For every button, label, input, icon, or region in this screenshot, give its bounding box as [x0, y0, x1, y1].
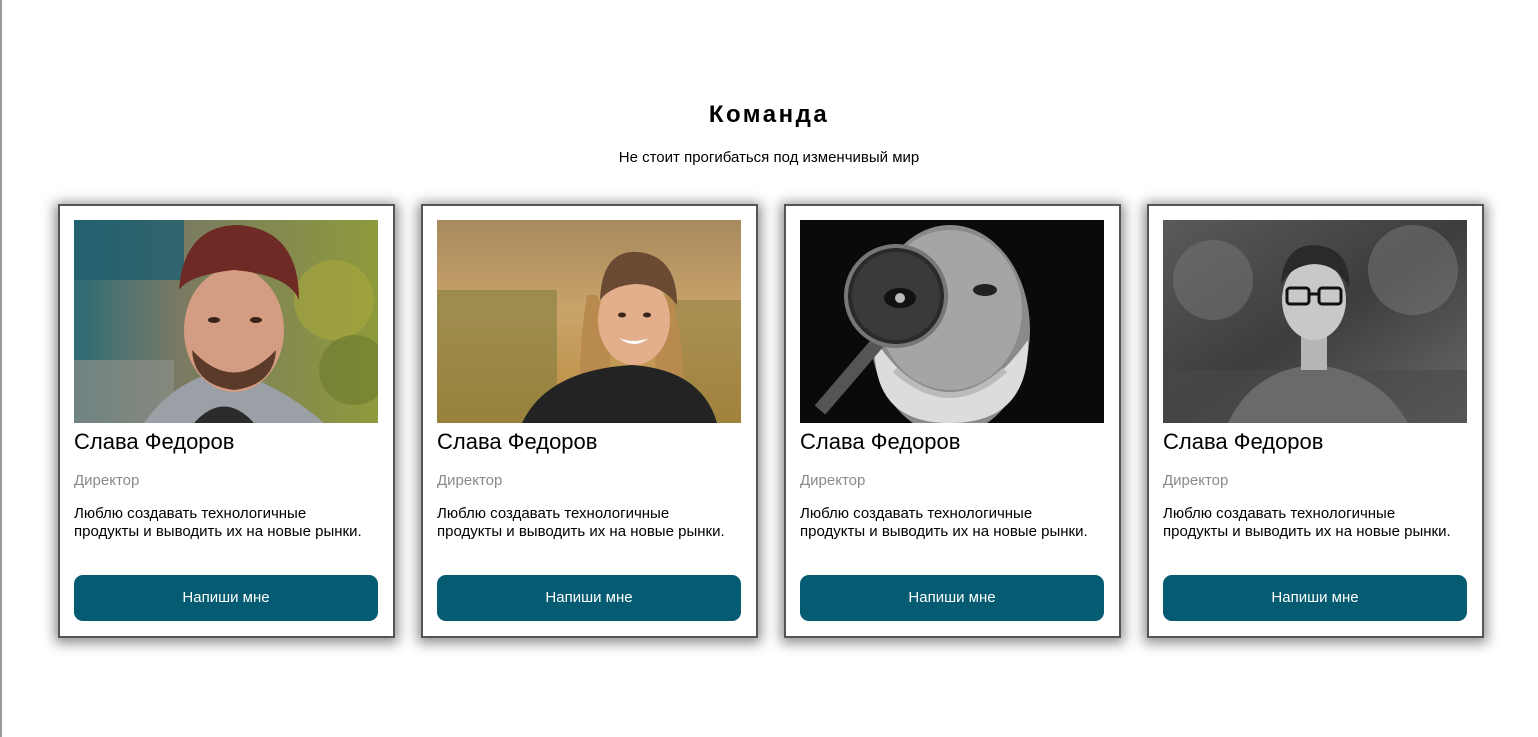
woman-in-beanie-photo: [437, 220, 741, 423]
team-card: Слава Федоров Директор Люблю создавать т…: [784, 204, 1121, 638]
member-bio: Люблю создавать технологичные продукты и…: [1163, 505, 1451, 540]
member-name: Слава Федоров: [437, 429, 598, 454]
contact-button[interactable]: Напиши мне: [74, 575, 378, 621]
member-bio: Люблю создавать технологичные продукты и…: [74, 505, 362, 540]
section-subtitle: Не стоит прогибаться под изменчивый мир: [618, 149, 920, 166]
member-role: Директор: [437, 472, 503, 489]
team-card: Слава Федоров Директор Люблю создавать т…: [421, 204, 758, 638]
section-title: Команда: [708, 101, 830, 128]
contact-button[interactable]: Напиши мне: [1163, 575, 1467, 621]
team-cards: Слава Федоров Директор Люблю создавать т…: [58, 204, 1488, 638]
young-man-glasses-photo: [1163, 220, 1467, 423]
old-man-magnifier-photo: [800, 220, 1104, 423]
member-bio: Люблю создавать технологичные продукты и…: [437, 505, 725, 540]
team-card: Слава Федоров Директор Люблю создавать т…: [58, 204, 395, 638]
member-name: Слава Федоров: [800, 429, 961, 454]
team-section: Команда Не стоит прогибаться под изменчи…: [0, 0, 1538, 737]
team-card: Слава Федоров Директор Люблю создавать т…: [1147, 204, 1484, 638]
member-photo: [1163, 220, 1467, 423]
member-role: Директор: [74, 472, 140, 489]
member-name: Слава Федоров: [1163, 429, 1324, 454]
member-role: Директор: [1163, 472, 1229, 489]
man-in-beanie-photo: [74, 220, 378, 423]
contact-button[interactable]: Напиши мне: [437, 575, 741, 621]
member-photo: [437, 220, 741, 423]
member-photo: [74, 220, 378, 423]
member-role: Директор: [800, 472, 866, 489]
member-bio: Люблю создавать технологичные продукты и…: [800, 505, 1088, 540]
member-name: Слава Федоров: [74, 429, 235, 454]
contact-button[interactable]: Напиши мне: [800, 575, 1104, 621]
member-photo: [800, 220, 1104, 423]
